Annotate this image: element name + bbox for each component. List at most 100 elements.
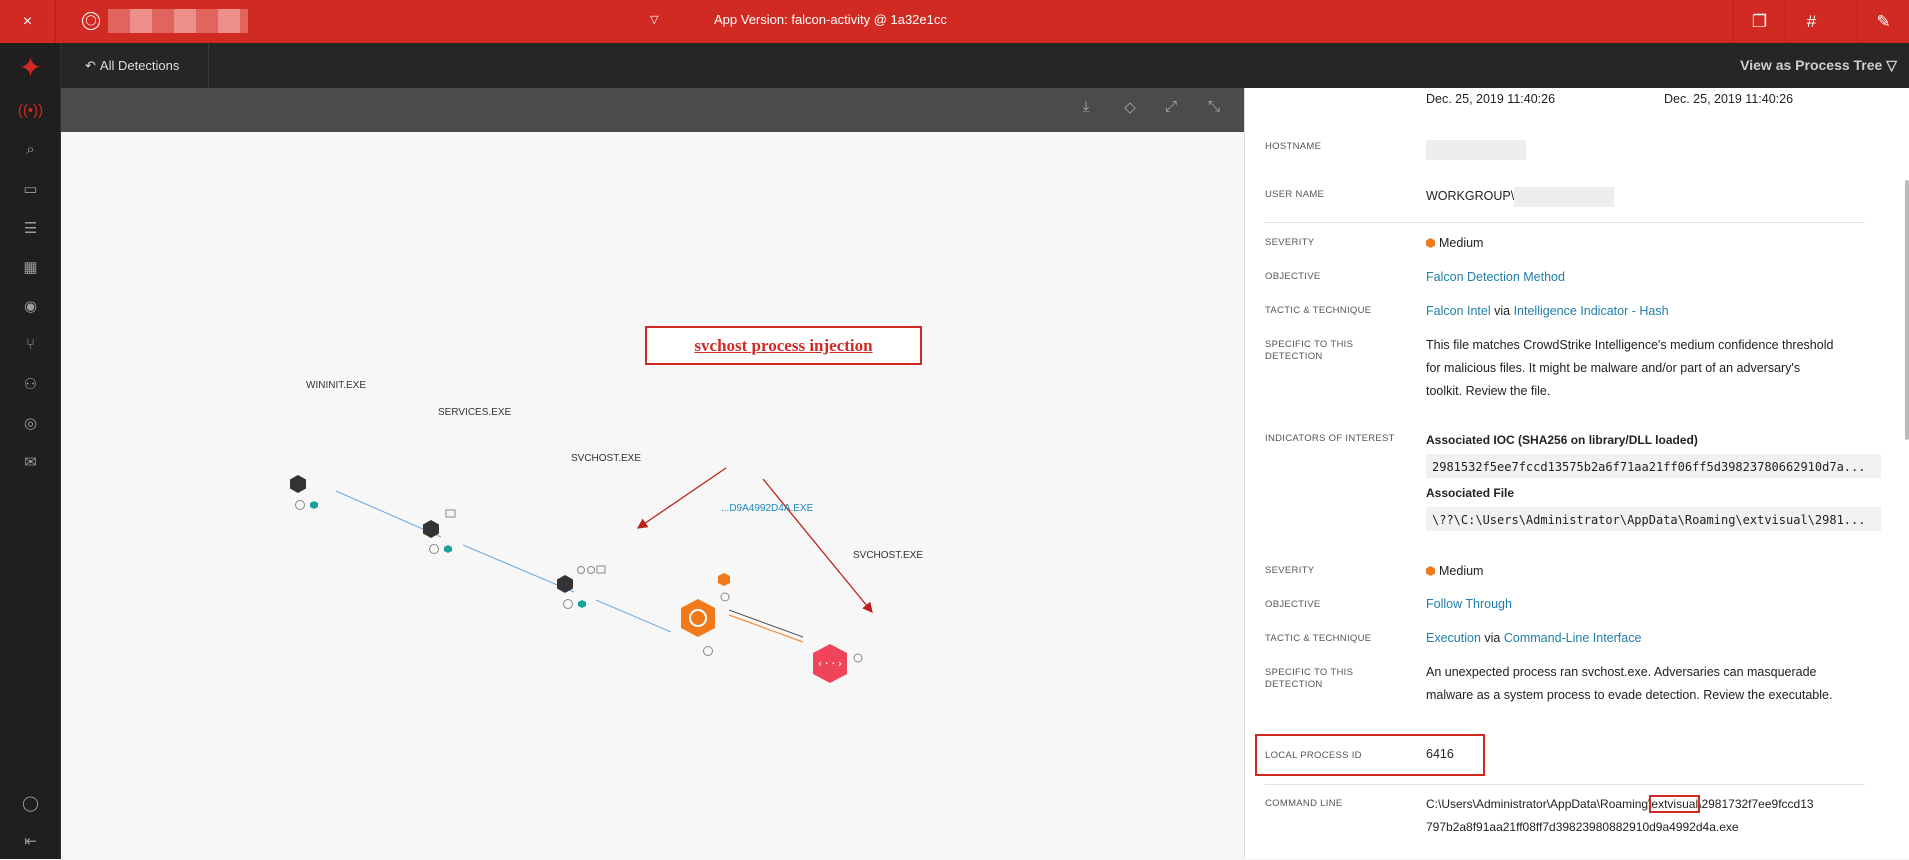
medium-severity-icon <box>1426 238 1435 248</box>
redacted-customer-name <box>108 9 248 33</box>
hostname-label: HOSTNAME <box>1265 141 1322 152</box>
tactic-link-2[interactable]: Execution <box>1426 631 1481 645</box>
specific-line-2: for malicious files. It might be malware… <box>1426 361 1801 375</box>
account-icon[interactable]: ◯ <box>0 783 61 822</box>
tactic-technique-value-2: Execution via Command-Line Interface <box>1426 627 1641 650</box>
specific-2-line-2: malware as a system process to evade det… <box>1426 688 1833 702</box>
app-version: App Version: falcon-activity @ 1a32e1cc <box>714 12 947 27</box>
node-svchost-injected: ‹··› <box>813 644 863 683</box>
node-malware <box>681 573 730 656</box>
username-text: WORKGROUP\ <box>1426 189 1515 203</box>
collapse-icon[interactable]: ⤡ <box>1201 98 1227 122</box>
view-as-process-tree-dropdown[interactable]: View as Process Tree ▽ <box>1740 57 1897 74</box>
all-detections-button[interactable]: ↶ All Detections <box>61 43 209 88</box>
username-label: USER NAME <box>1265 189 1325 200</box>
first-seen-time: Dec. 25, 2019 11:40:26 <box>1426 92 1556 106</box>
process-graph-canvas[interactable]: ⤓ ◇ ⤢ ⤡ ‹··› WININIT.EXE SERVICES.EXE SV… <box>61 88 1244 859</box>
severity-value-2: Medium <box>1426 560 1483 583</box>
tactic-technique-label: TACTIC & TECHNIQUE <box>1265 305 1372 316</box>
edge-svchost-child <box>595 599 672 633</box>
objective-link-2[interactable]: Follow Through <box>1426 593 1512 616</box>
command-line-label: COMMAND LINE <box>1265 798 1343 809</box>
close-button[interactable]: × <box>0 0 56 43</box>
specific-label: SPECIFIC TO THIS DETECTION <box>1265 339 1354 362</box>
sub-header: ↶ All Detections View as Process Tree ▽ <box>61 43 1909 88</box>
command-line-1: C:\Users\Administrator\AppData\Roaming\e… <box>1426 793 1814 816</box>
graph-toolbar: ⤓ ◇ ⤢ ⤡ <box>61 88 1244 132</box>
falcon-logo-icon[interactable]: ✦ <box>0 43 61 91</box>
objective-label: OBJECTIVE <box>1265 271 1321 282</box>
annotation-arrow-left <box>636 467 727 529</box>
node-label-malware[interactable]: ...D9A4992D4A.EXE <box>721 503 813 514</box>
severity-label: SEVERITY <box>1265 237 1315 248</box>
username-value: WORKGROUP\ <box>1426 185 1615 208</box>
command-line-highlight-extvisual: extvisual <box>1649 795 1701 813</box>
objective-link[interactable]: Falcon Detection Method <box>1426 266 1565 289</box>
left-navigation: ✦ ((•)) ⌕ ▭ ☰ ▦ ◉ ⑂ ⚇ ◎ ✉ ◯ ⇤ <box>0 43 61 859</box>
technique-link[interactable]: Intelligence Indicator - Hash <box>1514 304 1669 318</box>
command-line-part-c: \2981732f7ee9fccd13 <box>1698 797 1814 811</box>
last-seen-time: Dec. 25, 2019 11:40:26 <box>1664 92 1794 106</box>
file-value[interactable]: \??\C:\Users\Administrator\AppData\Roami… <box>1426 507 1881 531</box>
file-title: Associated File <box>1426 486 1515 500</box>
copy-icon[interactable]: ❐ <box>1733 0 1785 43</box>
investigate-icon[interactable]: ⌕ <box>0 130 61 169</box>
separator-2 <box>1265 784 1865 785</box>
edge-child-svchost2-a <box>728 614 804 643</box>
command-line-part-a: C:\Users\Administrator\AppData\Roaming\ <box>1426 797 1652 811</box>
discover-icon[interactable]: ◎ <box>0 403 61 442</box>
node-wininit <box>290 475 318 510</box>
node-services <box>423 509 456 554</box>
severity-label-2: SEVERITY <box>1265 565 1315 576</box>
fit-screen-icon[interactable]: ⤢ <box>1158 98 1184 122</box>
layers-icon[interactable]: ◇ <box>1113 98 1147 122</box>
hostname-value <box>1426 138 1526 161</box>
workflow-icon[interactable]: ⑂ <box>0 325 61 364</box>
severity-text-2: Medium <box>1439 564 1484 578</box>
command-line-value[interactable]: C:\Users\Administrator\AppData\Roaming\e… <box>1426 793 1814 839</box>
specific-2-line-1: An unexpected process ran svchost.exe. A… <box>1426 665 1817 679</box>
annotation-text: svchost process injection <box>694 335 873 355</box>
ioc-title: Associated IOC (SHA256 on library/DLL lo… <box>1426 433 1698 447</box>
back-arrow-icon: ↶ <box>85 57 96 73</box>
configuration-icon[interactable]: ☰ <box>0 208 61 247</box>
specific-description: This file matches CrowdStrike Intelligen… <box>1426 334 1833 403</box>
support-icon[interactable]: ✉ <box>0 442 61 481</box>
annotation-arrow-right <box>762 478 873 614</box>
annotation-callout: svchost process injection <box>645 326 922 365</box>
node-label-svchost[interactable]: SVCHOST.EXE <box>571 453 641 464</box>
node-label-services[interactable]: SERVICES.EXE <box>438 407 511 418</box>
redacted-username <box>1514 186 1615 207</box>
node-label-wininit[interactable]: WININIT.EXE <box>306 380 366 391</box>
tactic-technique-label-2: TACTIC & TECHNIQUE <box>1265 633 1372 644</box>
severity-text: Medium <box>1439 236 1484 250</box>
specific-line-3: toolkit. Review the file. <box>1426 384 1551 398</box>
via-text-2: via <box>1484 631 1501 645</box>
users-icon[interactable]: ⚇ <box>0 364 61 403</box>
detection-details-panel[interactable]: Dec. 25, 2019 11:40:26 Dec. 25, 2019 11:… <box>1244 88 1909 859</box>
top-bar: × ◯ ▽ App Version: falcon-activity @ 1a3… <box>0 0 1909 43</box>
download-icon[interactable]: ⤓ <box>1073 98 1099 122</box>
settings-icon[interactable]: ✎ <box>1857 0 1909 43</box>
customer-dropdown-caret-icon[interactable]: ▽ <box>650 13 658 26</box>
severity-value: Medium <box>1426 232 1483 255</box>
tactic-link[interactable]: Falcon Intel <box>1426 304 1491 318</box>
redacted-hostname <box>1426 139 1526 160</box>
svg-text:‹··›: ‹··› <box>817 657 844 670</box>
all-detections-label: All Detections <box>99 58 180 73</box>
intelligence-icon[interactable]: ◉ <box>0 286 61 325</box>
dashboards-icon[interactable]: ▦ <box>0 247 61 286</box>
panel-scrollbar[interactable] <box>1905 180 1909 440</box>
pid-value: 6416 <box>1426 747 1454 761</box>
pid-label: LOCAL PROCESS ID <box>1265 750 1362 761</box>
grid-icon[interactable]: # <box>1785 0 1837 43</box>
specific-line-1: This file matches CrowdStrike Intelligen… <box>1426 338 1834 352</box>
via-text: via <box>1494 304 1511 318</box>
user-icon[interactable]: ◯ <box>82 12 100 30</box>
node-label-svchost-injected[interactable]: SVCHOST.EXE <box>853 550 923 561</box>
ioc-value[interactable]: 2981532f5ee7fccd13575b2a6f71aa21ff06ff5d… <box>1426 454 1881 478</box>
logout-icon[interactable]: ⇤ <box>0 821 61 860</box>
activity-icon[interactable]: ((•)) <box>0 91 61 130</box>
hosts-icon[interactable]: ▭ <box>0 169 61 208</box>
technique-link-2[interactable]: Command-Line Interface <box>1504 631 1642 645</box>
